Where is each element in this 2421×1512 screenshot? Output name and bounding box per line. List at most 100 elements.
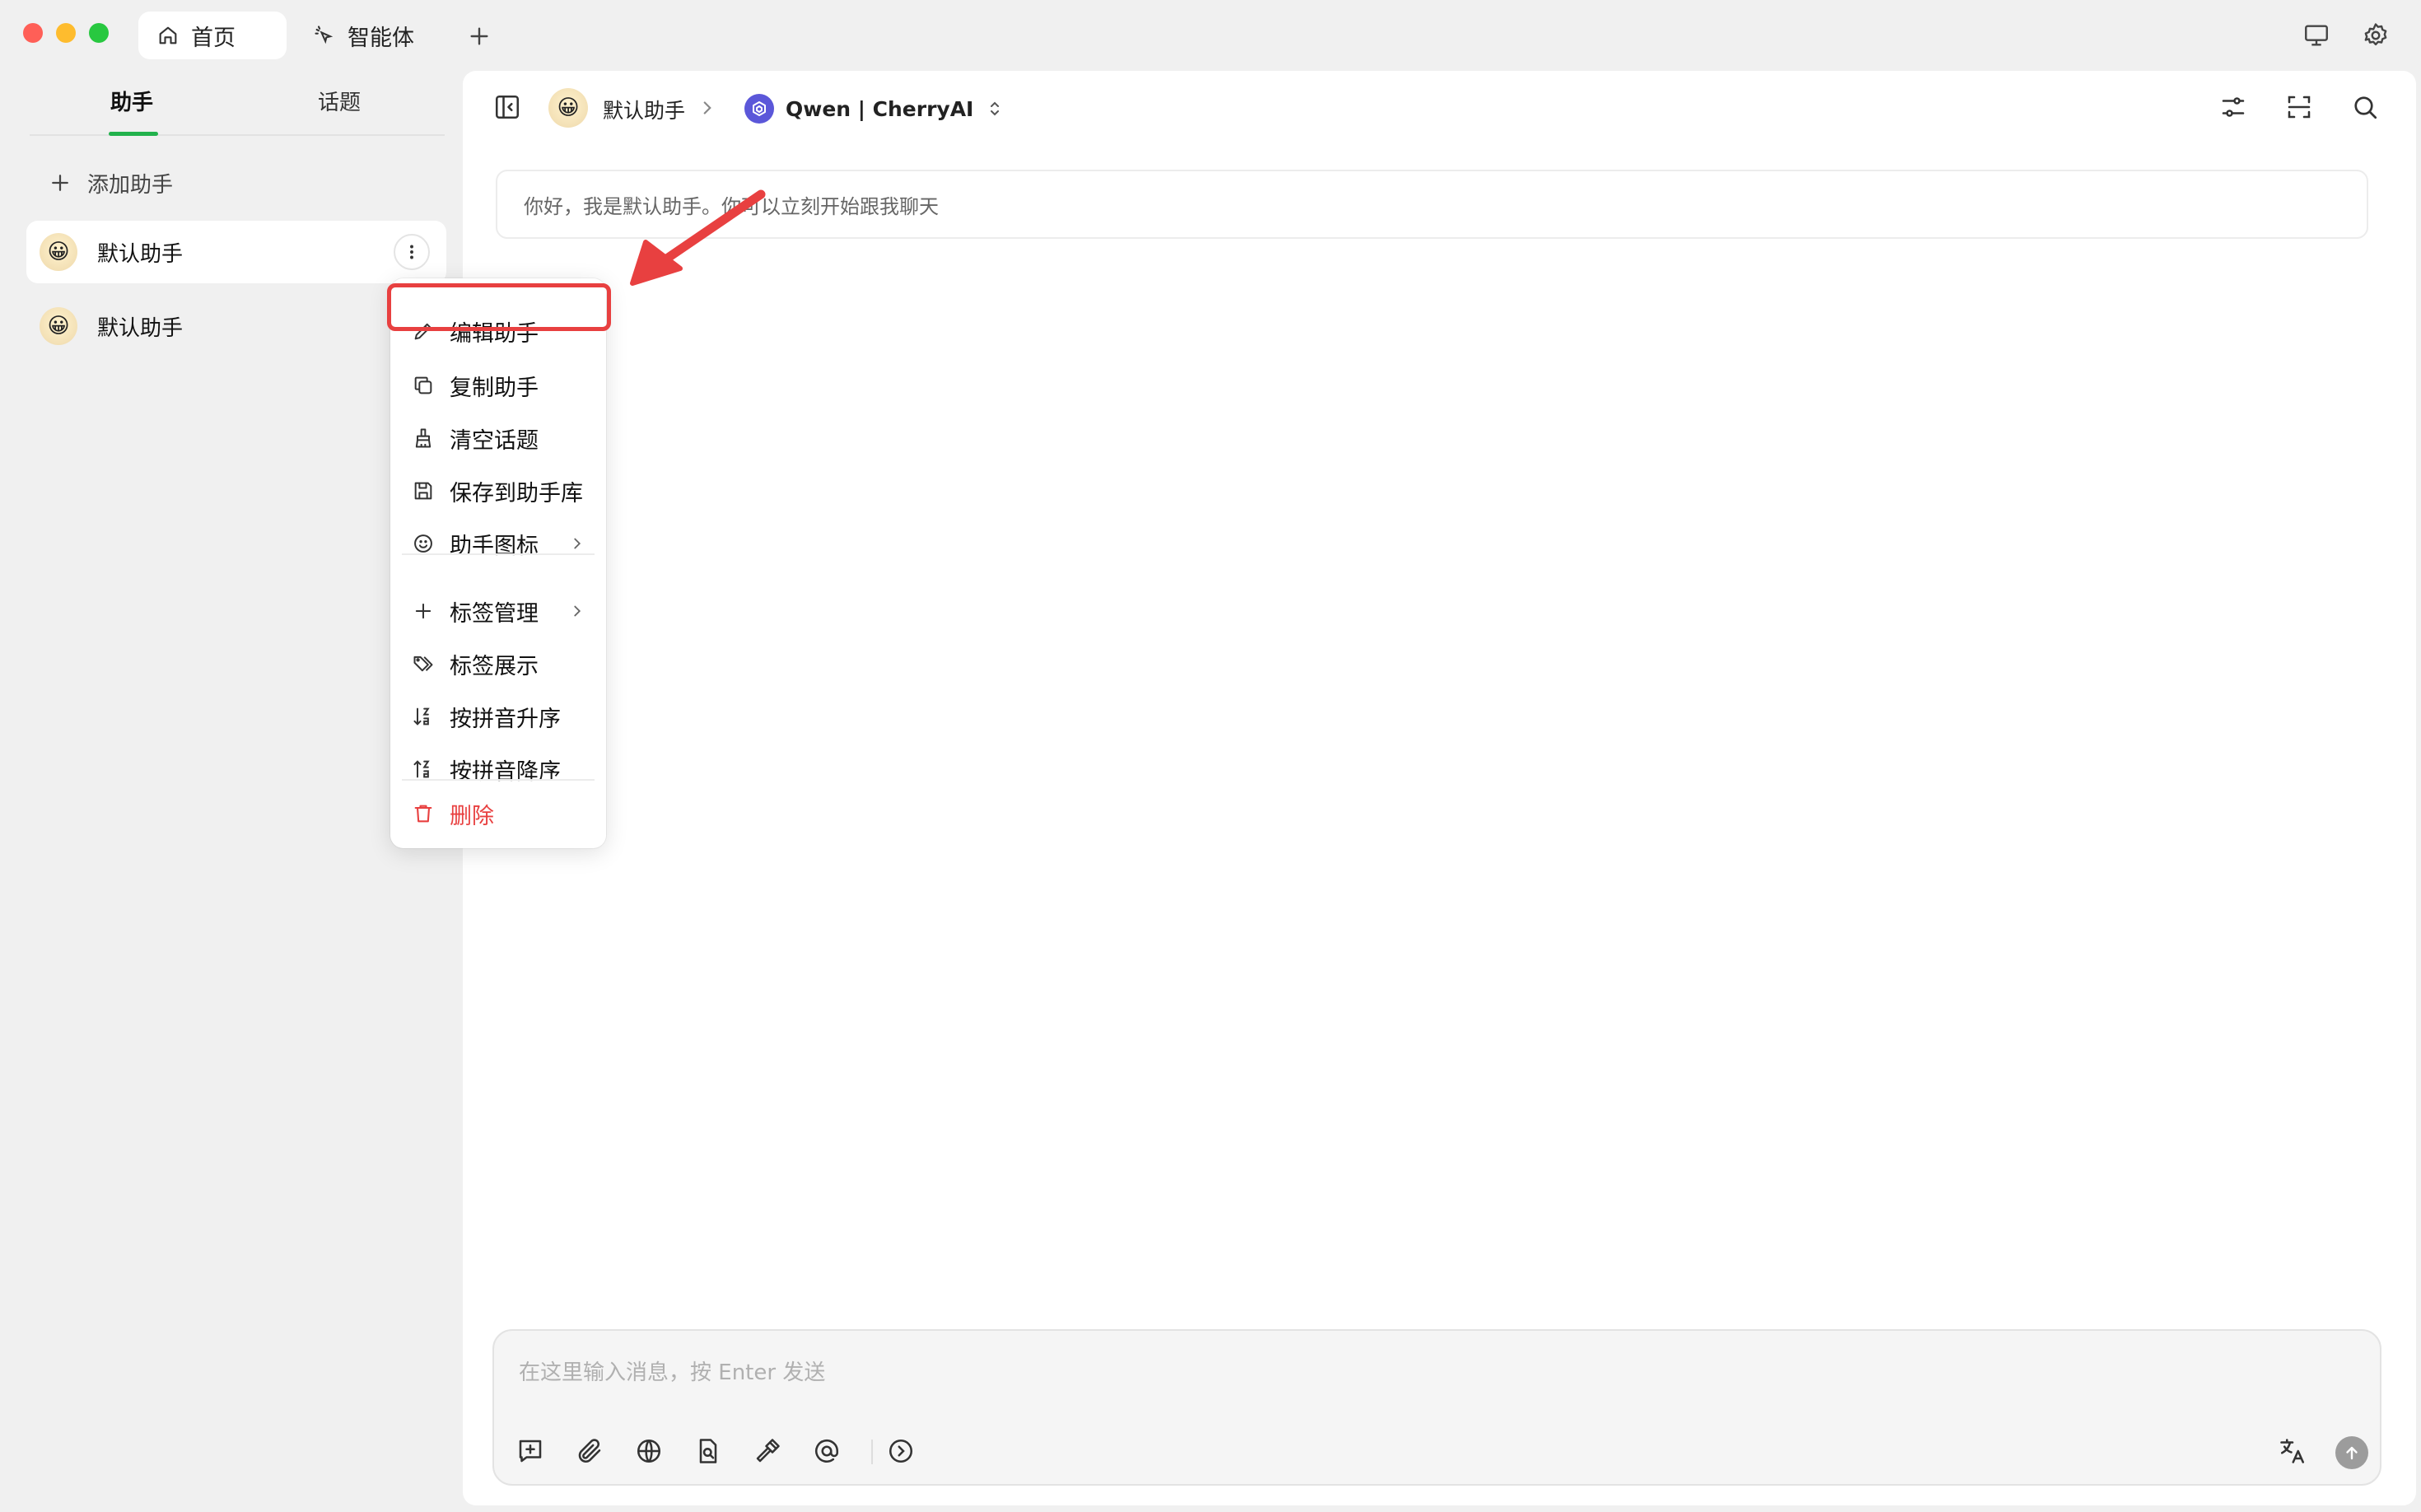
sort-desc-icon: [413, 760, 430, 778]
menu-item-sort-descending[interactable]: 按拼音降序: [402, 746, 595, 792]
mini-window-button[interactable]: [2302, 21, 2330, 49]
expand-icon: [889, 1439, 913, 1463]
chevron-right-icon: [574, 538, 581, 549]
chevron-right-icon: [703, 101, 711, 114]
assistant-context-menu: 编辑助手 复制助手 清空话题 保存到助手库 助手图标 标签管理 标签展示 按拼音…: [390, 278, 606, 848]
menu-item-label: 删除: [450, 803, 494, 829]
menu-item-clear-topics[interactable]: 清空话题: [402, 415, 595, 461]
attachment-icon: [578, 1439, 601, 1463]
monitor-icon: [2305, 25, 2328, 46]
menu-item-label: 保存到助手库: [450, 480, 583, 506]
add-tab-button[interactable]: [466, 23, 492, 49]
highlight-box: [387, 283, 611, 331]
chat-settings-button[interactable]: [2218, 92, 2248, 122]
tab-agents-label: 智能体: [348, 25, 414, 51]
search-button[interactable]: [2350, 92, 2380, 122]
menu-item-copy-assistant[interactable]: 复制助手: [402, 362, 595, 408]
tools-hammer-icon: [756, 1439, 780, 1463]
knowledge-icon: [699, 1439, 717, 1463]
broom-icon: [415, 428, 431, 448]
search-icon: [2354, 96, 2377, 119]
annotation-arrow: [630, 189, 766, 286]
tags-icon: [413, 656, 433, 672]
expand-toolbar-button[interactable]: [886, 1436, 919, 1469]
home-icon: [159, 26, 177, 44]
menu-divider: [402, 779, 595, 781]
menu-item-tag-display[interactable]: 标签展示: [402, 641, 595, 687]
menu-item-assistant-icon[interactable]: 助手图标: [402, 520, 595, 567]
window-close-button[interactable]: [23, 23, 43, 43]
menu-item-label: 按拼音升序: [450, 706, 561, 732]
save-icon: [414, 482, 432, 500]
breadcrumb-separator: [697, 97, 718, 119]
knowledge-base-button[interactable]: [693, 1436, 726, 1469]
mention-icon: [814, 1439, 839, 1463]
web-search-button[interactable]: [634, 1436, 667, 1469]
assistant-more-button[interactable]: [394, 234, 430, 270]
sliders-icon: [2222, 97, 2245, 117]
menu-item-label: 复制助手: [450, 375, 539, 401]
tab-home-label: 首页: [191, 25, 236, 51]
chevron-right-icon: [574, 605, 581, 617]
assistant-list-item[interactable]: 😀 默认助手: [26, 295, 446, 357]
header-assistant-name[interactable]: 默认助手: [603, 95, 685, 124]
send-icon: [2346, 1446, 2358, 1460]
toolbar-divider: [871, 1440, 873, 1464]
message-composer: 在这里输入消息，按 Enter 发送: [492, 1329, 2381, 1486]
window-minimize-button[interactable]: [56, 23, 76, 43]
mention-button[interactable]: [812, 1436, 845, 1469]
translate-button[interactable]: [2278, 1436, 2311, 1469]
avatar: 😀: [40, 233, 77, 271]
sort-asc-icon: [413, 707, 430, 726]
add-assistant-label: 添加助手: [87, 172, 174, 198]
copy-icon: [414, 376, 432, 394]
toggle-sidebar-button[interactable]: [492, 92, 522, 122]
sidebar-tabs-divider: [30, 134, 445, 136]
send-button[interactable]: [2335, 1436, 2368, 1469]
add-assistant-button[interactable]: 添加助手: [48, 165, 254, 201]
assistant-list-item[interactable]: 😀 默认助手: [26, 221, 446, 283]
fullscreen-button[interactable]: [2284, 92, 2314, 122]
new-topic-button[interactable]: [515, 1436, 548, 1469]
new-topic-icon: [519, 1440, 542, 1463]
active-tab-indicator: [109, 132, 158, 136]
translate-icon: [2280, 1439, 2305, 1463]
menu-item-label: 标签展示: [450, 653, 539, 679]
chevron-up-down-icon: [991, 101, 1000, 116]
message-input[interactable]: 在这里输入消息，按 Enter 发送: [519, 1356, 825, 1386]
smile-icon: [414, 534, 432, 553]
menu-item-delete[interactable]: 删除: [402, 791, 595, 837]
gear-icon: [2364, 23, 2387, 46]
model-selector[interactable]: Qwen | CherryAI: [744, 91, 1005, 127]
menu-item-save-to-library[interactable]: 保存到助手库: [402, 468, 595, 514]
sidebar-tab-assistants[interactable]: 助手: [110, 86, 153, 116]
tools-button[interactable]: [753, 1436, 786, 1469]
trash-icon: [414, 805, 432, 823]
web-search-icon: [637, 1439, 661, 1463]
menu-item-label: 清空话题: [450, 427, 539, 454]
settings-button[interactable]: [2362, 21, 2390, 49]
plus-icon: [52, 175, 68, 191]
menu-item-tag-management[interactable]: 标签管理: [402, 588, 595, 634]
sidebar-tab-topics[interactable]: 话题: [318, 86, 361, 116]
model-name: Qwen | CherryAI: [786, 96, 974, 121]
sidebar-toggle-icon: [495, 95, 520, 119]
assistant-name: 默认助手: [97, 315, 184, 341]
welcome-message: 你好，我是默认助手。你可以立刻开始跟我聊天: [496, 170, 2368, 239]
assistant-name: 默认助手: [97, 241, 184, 267]
menu-item-sort-ascending[interactable]: 按拼音升序: [402, 693, 595, 740]
fullscreen-icon: [2288, 96, 2311, 119]
menu-divider: [402, 553, 595, 555]
window-maximize-button[interactable]: [89, 23, 109, 43]
attachment-button[interactable]: [575, 1436, 608, 1469]
tab-home[interactable]: 首页: [138, 12, 287, 59]
plus-icon: [470, 27, 488, 45]
more-vertical-icon: [410, 245, 413, 259]
plus-icon: [415, 603, 431, 619]
avatar: 😀: [40, 307, 77, 345]
agent-sparkle-icon: [315, 26, 334, 44]
model-logo-icon: [744, 94, 774, 124]
tab-agents[interactable]: 智能体: [295, 12, 435, 59]
menu-item-label: 标签管理: [450, 600, 539, 627]
header-avatar[interactable]: 😀: [548, 88, 588, 128]
